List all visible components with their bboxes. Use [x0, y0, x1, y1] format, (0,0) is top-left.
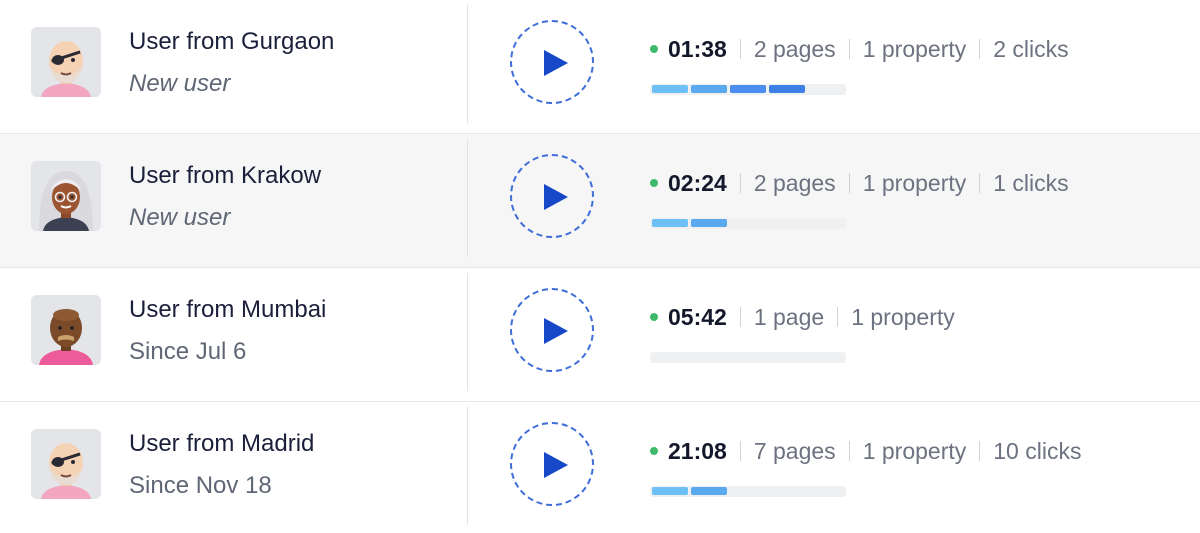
play-recording-button[interactable]: [510, 288, 594, 372]
session-duration: 02:24: [668, 169, 727, 196]
user-status: New user: [129, 70, 231, 97]
separator: [739, 307, 741, 327]
session-stats: 05:42 1 page 1 property: [650, 302, 955, 332]
avatar: [31, 429, 101, 499]
avatar: [31, 161, 101, 231]
page-count: 1 page: [753, 303, 825, 330]
progress-segment: [652, 487, 688, 495]
avatar: [31, 295, 101, 365]
separator: [979, 441, 981, 461]
play-recording-button[interactable]: [510, 422, 594, 506]
property-count: 1 property: [862, 437, 967, 464]
gray-hair-woman-avatar-icon: [31, 161, 101, 231]
column-divider: [467, 5, 468, 123]
avatar: [31, 27, 101, 97]
page-progress-bar: [650, 218, 846, 229]
session-row[interactable]: User from Gurgaon New user 01:38 2 pages…: [0, 0, 1200, 134]
page-count: 7 pages: [753, 437, 836, 464]
status-dot-icon: [650, 179, 658, 187]
bald-mustache-avatar-icon: [31, 295, 101, 365]
session-stats: 01:38 2 pages 1 property 2 clicks: [650, 34, 1069, 64]
session-stats: 02:24 2 pages 1 property 1 clicks: [650, 168, 1069, 198]
session-duration: 05:42: [668, 303, 727, 330]
play-icon: [544, 184, 568, 210]
progress-segment: [652, 85, 688, 93]
progress-segment: [730, 85, 766, 93]
session-stats: 21:08 7 pages 1 property 10 clicks: [650, 436, 1081, 466]
progress-segment: [691, 219, 727, 227]
user-name: User from Madrid: [129, 430, 315, 457]
column-divider: [467, 273, 468, 391]
play-icon: [544, 452, 568, 478]
property-count: 1 property: [862, 169, 967, 196]
separator: [848, 39, 850, 59]
separator: [739, 39, 741, 59]
progress-segment: [691, 85, 727, 93]
user-name: User from Krakow: [129, 162, 322, 189]
user-status: Since Nov 18: [129, 472, 272, 499]
status-dot-icon: [650, 313, 658, 321]
page-progress-bar: [650, 84, 846, 95]
session-row[interactable]: User from Madrid Since Nov 18 21:08 7 pa…: [0, 402, 1200, 533]
property-count: 1 property: [851, 303, 955, 330]
session-row[interactable]: User from Mumbai Since Jul 6 05:42 1 pag…: [0, 268, 1200, 402]
page-progress-bar: [650, 486, 846, 497]
user-status: New user: [129, 204, 231, 231]
progress-segment: [769, 85, 805, 93]
user-name: User from Gurgaon: [129, 28, 335, 55]
play-recording-button[interactable]: [510, 20, 594, 104]
separator: [739, 173, 741, 193]
click-count: 10 clicks: [993, 437, 1082, 464]
separator: [979, 173, 981, 193]
separator: [848, 173, 850, 193]
bald-eyepatch-avatar-icon: [31, 27, 101, 97]
play-icon: [544, 50, 568, 76]
status-dot-icon: [650, 45, 658, 53]
progress-segment: [652, 219, 688, 227]
session-list: User from Gurgaon New user 01:38 2 pages…: [0, 0, 1200, 533]
column-divider: [467, 407, 468, 525]
separator: [739, 441, 741, 461]
page-count: 2 pages: [753, 35, 836, 62]
session-duration: 01:38: [668, 35, 727, 62]
status-dot-icon: [650, 447, 658, 455]
play-recording-button[interactable]: [510, 154, 594, 238]
session-row[interactable]: User from Krakow New user 02:24 2 pages …: [0, 134, 1200, 268]
play-icon: [544, 318, 568, 344]
session-duration: 21:08: [668, 437, 727, 464]
bald-eyepatch-avatar-icon: [31, 429, 101, 499]
user-status: Since Jul 6: [129, 338, 247, 365]
separator: [837, 307, 839, 327]
separator: [979, 39, 981, 59]
user-name: User from Mumbai: [129, 296, 327, 323]
click-count: 1 clicks: [993, 169, 1069, 196]
progress-segment: [691, 487, 727, 495]
separator: [848, 441, 850, 461]
property-count: 1 property: [862, 35, 967, 62]
column-divider: [467, 139, 468, 257]
page-progress-bar: [650, 352, 846, 363]
page-count: 2 pages: [753, 169, 836, 196]
click-count: 2 clicks: [993, 35, 1069, 62]
